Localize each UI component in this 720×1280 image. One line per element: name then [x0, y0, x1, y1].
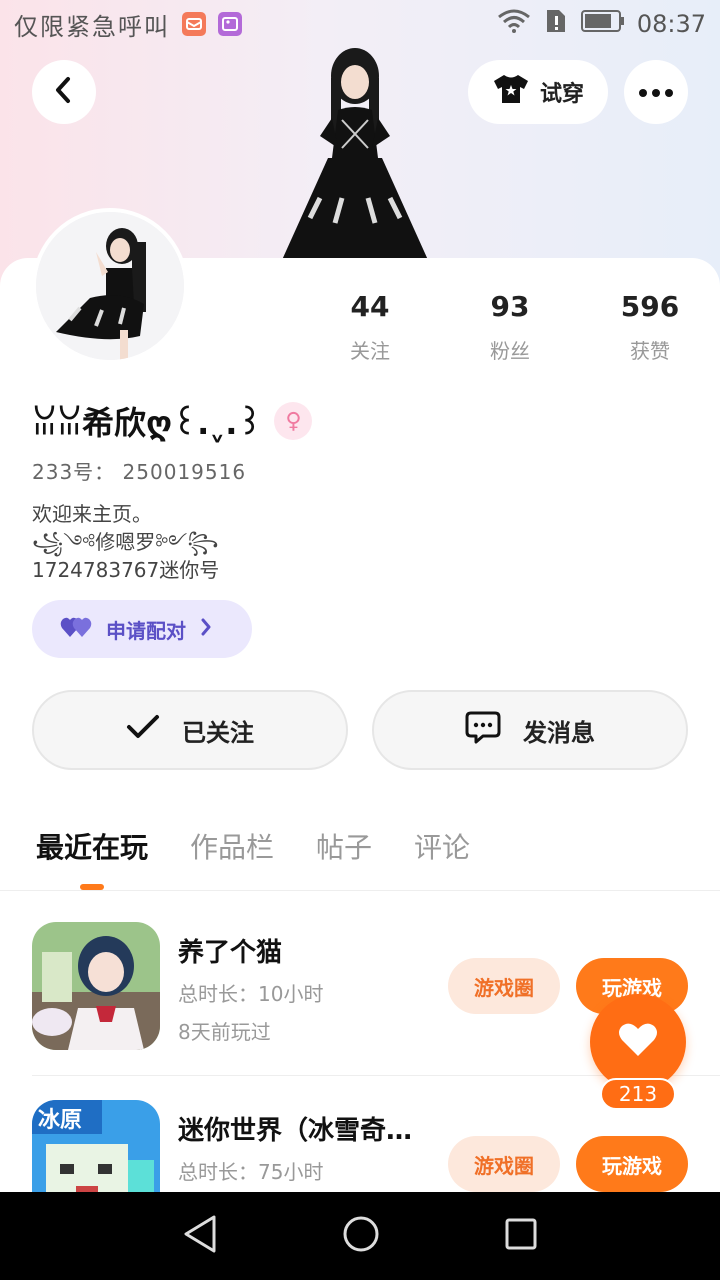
- bio-line: 1724783767迷你号: [32, 558, 220, 582]
- more-button[interactable]: [624, 60, 688, 124]
- stat-value: 93: [490, 290, 530, 323]
- stat-likes[interactable]: 596 获赞: [580, 290, 720, 364]
- chevron-right-icon: [200, 617, 212, 641]
- tab-works[interactable]: 作品栏: [190, 826, 274, 866]
- followed-label: 已关注: [182, 718, 254, 747]
- game-duration: 总时长：10小时: [178, 982, 324, 1006]
- sim-alert-icon: [543, 8, 569, 40]
- avatar[interactable]: [32, 208, 188, 364]
- play-game-button[interactable]: 玩游戏: [576, 1136, 688, 1192]
- bio: 欢迎来主页。 ꧁༺修嗯罗༻꧂ 1724783767迷你号: [32, 500, 219, 584]
- checkmark-icon: [126, 714, 160, 746]
- try-on-button[interactable]: 试穿: [468, 60, 608, 124]
- game-list-item[interactable]: 养了个猫 总时长：10小时 8天前玩过 游戏圈 玩游戏: [32, 922, 688, 1050]
- profile-tabs: 最近在玩 作品栏 帖子 评论: [36, 826, 470, 866]
- more-dots-icon: [638, 83, 674, 102]
- game-circle-button[interactable]: 游戏圈: [448, 958, 560, 1014]
- stat-value: 44: [350, 290, 390, 323]
- like-count: 213: [600, 1078, 676, 1110]
- stat-label: 获赞: [630, 339, 670, 363]
- nav-recents-icon[interactable]: [504, 1217, 538, 1255]
- chat-bubble-icon: [465, 710, 501, 750]
- uid-value[interactable]: 250019516: [123, 460, 247, 484]
- status-bar: 仅限紧急呼叫 08:37: [0, 0, 720, 48]
- heart-pair-icon: [60, 615, 92, 644]
- tab-recently-played[interactable]: 最近在玩: [36, 826, 148, 866]
- request-pair-label: 申请配对: [106, 618, 186, 643]
- avatar-3d-figure: [280, 48, 430, 260]
- game-title: 养了个猫: [178, 938, 283, 968]
- female-gender-icon: ♀: [274, 402, 313, 440]
- followed-button[interactable]: 已关注: [32, 690, 348, 770]
- system-nav-bar: [0, 1192, 720, 1280]
- heart-icon: [618, 1022, 658, 1062]
- try-on-label: 试穿: [539, 82, 584, 107]
- uid-label: 233号：: [32, 460, 116, 484]
- svg-text:冰原: 冰原: [38, 1108, 82, 1133]
- back-button[interactable]: [32, 60, 96, 124]
- profile-stats: 44 关注 93 粉丝 596 获赞: [300, 290, 720, 364]
- send-message-button[interactable]: 发消息: [372, 690, 688, 770]
- tabs-divider: [0, 890, 720, 891]
- nav-home-icon[interactable]: [342, 1215, 380, 1257]
- tab-comments[interactable]: 评论: [414, 826, 470, 866]
- stat-label: 粉丝: [490, 339, 530, 363]
- bio-line: ꧁༺修嗯罗༻꧂: [32, 530, 219, 554]
- nav-back-icon[interactable]: [182, 1214, 218, 1258]
- battery-icon: [580, 10, 625, 38]
- stat-label: 关注: [350, 339, 390, 363]
- gallery-app-icon: [218, 12, 242, 36]
- game-title: 迷你世界（冰雪奇…: [178, 1116, 413, 1146]
- bio-line: 欢迎来主页。: [32, 502, 152, 526]
- mail-app-icon: [182, 12, 206, 36]
- user-id: 233号： 250019516: [32, 456, 246, 485]
- carrier-text: 仅限紧急呼叫: [14, 12, 170, 41]
- game-thumbnail[interactable]: [32, 922, 160, 1050]
- like-button[interactable]: [590, 994, 686, 1090]
- wifi-icon: [497, 9, 531, 39]
- chevron-left-icon: [52, 76, 76, 108]
- username: ꈍꈍ希欣ღ꒰.ˬ.꒱: [32, 404, 263, 442]
- tshirt-icon: [492, 73, 530, 111]
- tab-posts[interactable]: 帖子: [316, 826, 372, 866]
- game-duration: 总时长：75小时: [178, 1160, 324, 1184]
- clock-text: 08:37: [636, 10, 706, 38]
- send-message-label: 发消息: [523, 718, 595, 747]
- game-circle-button[interactable]: 游戏圈: [448, 1136, 560, 1192]
- stat-value: 596: [620, 290, 680, 323]
- stat-followers[interactable]: 93 粉丝: [440, 290, 580, 364]
- game-last-played: 8天前玩过: [178, 1020, 271, 1044]
- request-pair-button[interactable]: 申请配对: [32, 600, 252, 658]
- stat-following[interactable]: 44 关注: [300, 290, 440, 364]
- username-row: ꈍꈍ希欣ღ꒰.ˬ.꒱ ♀: [32, 398, 313, 444]
